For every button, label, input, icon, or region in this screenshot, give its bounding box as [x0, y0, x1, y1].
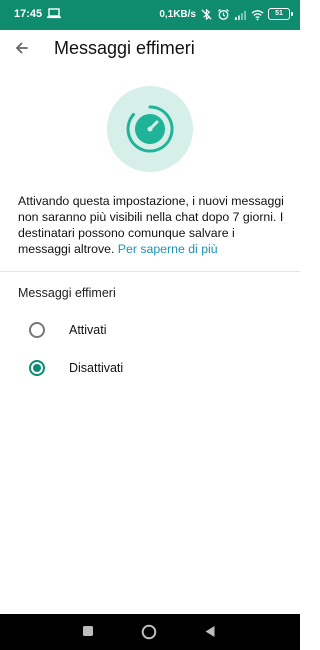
option-disattivati[interactable]: Disattivati	[0, 350, 300, 386]
wifi-icon	[251, 9, 264, 20]
laptop-icon	[47, 8, 61, 19]
option-label: Disattivati	[69, 361, 124, 375]
status-bar: 17:45 0,1KB/s 51	[0, 0, 300, 30]
home-circle-icon[interactable]	[141, 624, 157, 640]
radio-button-attivati[interactable]	[29, 322, 45, 338]
option-attivati[interactable]: Attivati	[0, 312, 300, 348]
divider	[0, 271, 300, 272]
battery-icon: 51	[268, 8, 293, 20]
navigation-bar	[0, 614, 300, 650]
cellular-icon	[234, 10, 246, 20]
alarm-icon	[218, 8, 229, 20]
hero-illustration	[107, 86, 193, 172]
learn-more-link[interactable]: Per saperne di più	[118, 242, 218, 256]
arrow-left-icon[interactable]	[8, 34, 36, 62]
radio-button-disattivati[interactable]	[29, 360, 45, 376]
bluetooth-off-icon	[201, 8, 212, 20]
back-triangle-icon[interactable]	[204, 625, 216, 638]
option-label: Attivati	[69, 323, 107, 337]
timer-icon	[126, 105, 174, 153]
section-label: Messaggi effimeri	[18, 286, 116, 300]
recents-square-icon[interactable]	[82, 625, 94, 637]
description-text: Attivando questa impostazione, i nuovi m…	[18, 193, 286, 257]
status-indicators: 0,1KB/s 51	[159, 6, 293, 22]
status-time: 17:45	[14, 8, 43, 20]
network-speed: 0,1KB/s	[159, 8, 196, 20]
page-title: Messaggi effimeri	[54, 38, 195, 58]
app-bar: Messaggi effimeri	[0, 30, 300, 68]
